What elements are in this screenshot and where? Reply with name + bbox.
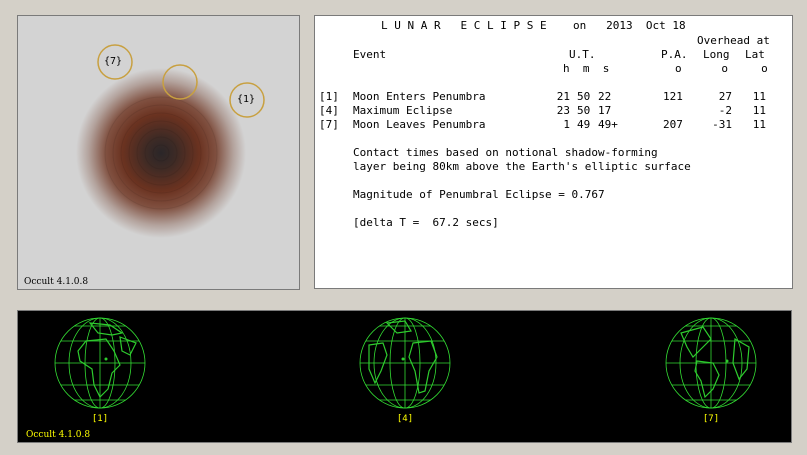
event-h: 23 xyxy=(556,104,570,117)
globe-1-label: [1] xyxy=(91,414,109,424)
event-h: 1 xyxy=(563,118,570,131)
event-lat: 11 xyxy=(752,90,766,103)
earth-shadow xyxy=(76,68,246,238)
event-lat: 11 xyxy=(752,118,766,131)
event-s: 22 xyxy=(598,90,612,103)
event-pa: 121 xyxy=(663,90,683,103)
event-m: 49 xyxy=(577,118,591,131)
eclipse-diagram-panel: {7} {1} Occult 4.1.0.8 xyxy=(17,15,300,290)
globe-4-label: [4] xyxy=(396,414,414,424)
earth-views-panel: [1] [4] [7] Occult 4.1.0.8 xyxy=(17,310,792,443)
delta-t-text: [delta T = 67.2 secs] xyxy=(353,216,499,229)
event-code: [1] xyxy=(319,90,339,103)
event-pa: 207 xyxy=(663,118,683,131)
report-title: L U N A R E C L I P S E on 2013 Oct 18 xyxy=(381,19,686,32)
deg-units: o o o xyxy=(675,62,768,75)
col-ut-header: U.T. xyxy=(569,48,596,61)
event-s: 49+ xyxy=(598,118,618,131)
globe-7-label: [7] xyxy=(702,414,720,424)
event-m: 50 xyxy=(577,90,591,103)
magnitude-text: Magnitude of Penumbral Eclipse = 0.767 xyxy=(353,188,605,201)
event-code: [4] xyxy=(319,104,339,117)
event-long: -31 xyxy=(712,118,732,131)
eclipse-report-panel: L U N A R E C L I P S E on 2013 Oct 18 O… xyxy=(314,15,793,289)
event-name: Moon Enters Penumbra xyxy=(353,90,486,103)
globe-7 xyxy=(665,317,757,409)
event-code: [7] xyxy=(319,118,339,131)
event-s: 17 xyxy=(598,104,612,117)
version-label-bottom: Occult 4.1.0.8 xyxy=(26,430,91,440)
col-lat-header: Lat xyxy=(745,48,765,61)
event-h: 21 xyxy=(556,90,570,103)
event-name: Moon Leaves Penumbra xyxy=(353,118,486,131)
col-event-header: Event xyxy=(353,48,387,61)
col-pa-header: P.A. xyxy=(661,48,688,61)
col-long-header: Long xyxy=(703,48,730,61)
note-line-2: layer being 80km above the Earth's ellip… xyxy=(353,160,691,173)
version-label: Occult 4.1.0.8 xyxy=(24,277,89,287)
globe-4 xyxy=(359,317,451,409)
globe-1 xyxy=(54,317,146,409)
overhead-header: Overhead at xyxy=(697,34,770,47)
event-m: 50 xyxy=(577,104,591,117)
marker-1-label: {1} xyxy=(237,94,256,105)
note-line-1: Contact times based on notional shadow-f… xyxy=(353,146,658,159)
event-name: Maximum Eclipse xyxy=(353,104,453,117)
hms-units: h m s xyxy=(563,62,610,75)
event-long: 27 xyxy=(718,90,732,103)
event-long: -2 xyxy=(718,104,732,117)
eclipse-diagram xyxy=(76,44,265,238)
marker-7-label: {7} xyxy=(104,56,123,67)
event-lat: 11 xyxy=(752,104,766,117)
